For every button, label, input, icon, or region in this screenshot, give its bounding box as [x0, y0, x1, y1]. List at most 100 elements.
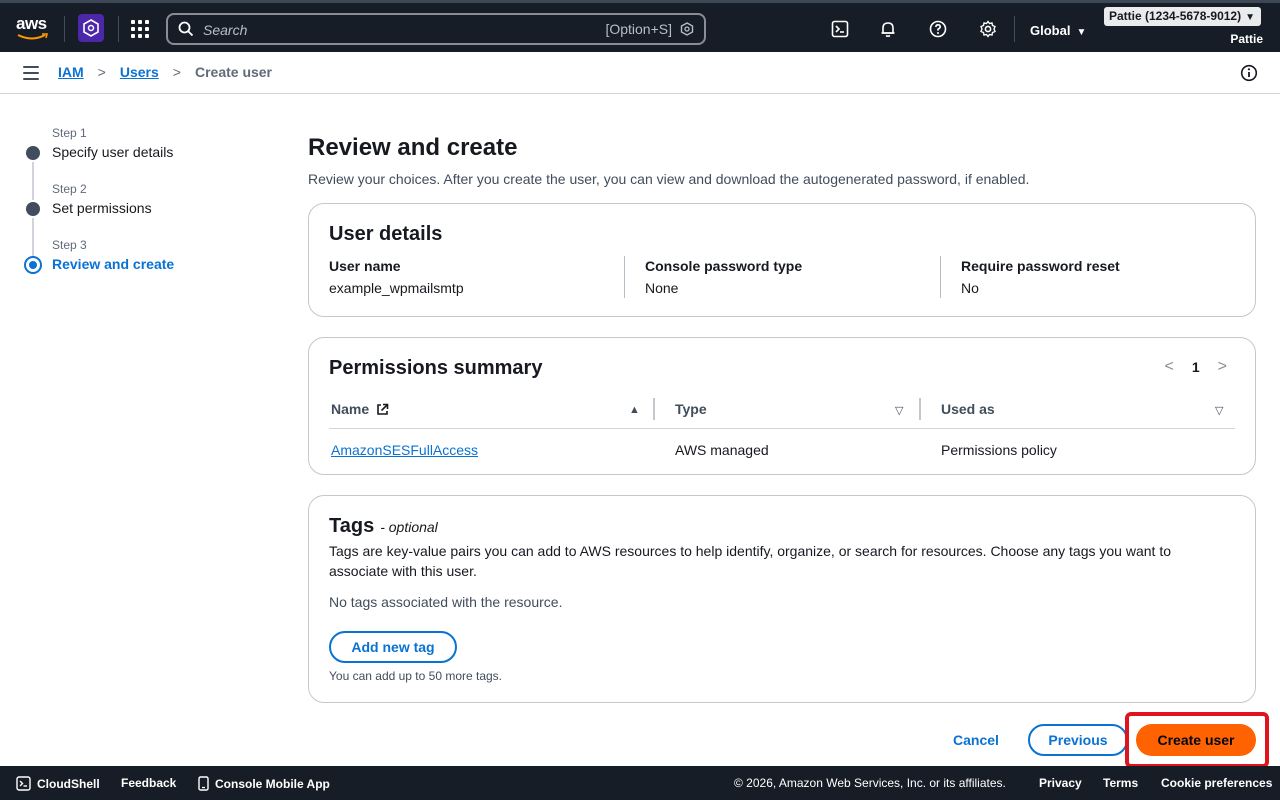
field-value: None — [645, 280, 679, 296]
console-footer: CloudShell Feedback Console Mobile App ©… — [0, 766, 1280, 800]
column-divider — [940, 256, 941, 298]
table-cell-type: AWS managed — [675, 442, 769, 458]
aws-logo-text: aws — [16, 14, 47, 33]
permissions-summary-card: Permissions summary < 1 > Name ▲ Type ▽ … — [308, 337, 1256, 475]
caret-down-icon: ▼ — [1245, 12, 1255, 23]
require-password-reset-field: Require password reset No — [961, 258, 1261, 296]
services-menu-icon[interactable] — [130, 19, 150, 39]
page-number[interactable]: 1 — [1192, 359, 1200, 375]
pagination: < 1 > — [1165, 358, 1227, 376]
cloudshell-label: CloudShell — [37, 776, 100, 791]
column-header-label: Name — [331, 401, 370, 417]
breadcrumb-users[interactable]: Users — [120, 64, 159, 80]
column-resizer[interactable] — [919, 398, 921, 420]
step-dot-icon — [26, 202, 40, 216]
nav-divider — [64, 16, 65, 42]
field-label: Console password type — [645, 258, 803, 274]
main-content: Review and create Review your choices. A… — [308, 134, 1256, 187]
chevron-left-icon[interactable]: < — [1165, 358, 1174, 376]
field-label: Require password reset — [961, 258, 1120, 274]
column-header-type[interactable]: Type — [675, 401, 707, 417]
cloudshell-link[interactable]: CloudShell — [16, 776, 100, 791]
tags-limit-hint: You can add up to 50 more tags. — [329, 669, 503, 683]
step-number: Step 3 — [52, 238, 87, 252]
field-label: User name — [329, 258, 401, 274]
column-header-label: Used as — [941, 401, 995, 417]
optional-label: - optional — [380, 519, 438, 535]
search-input[interactable]: Search [Option+S] — [166, 13, 706, 45]
column-divider — [624, 256, 625, 298]
nav-divider — [1014, 16, 1015, 42]
nav-divider — [118, 16, 119, 42]
info-icon[interactable] — [1240, 64, 1258, 82]
highlight-annotation — [1125, 712, 1269, 768]
chevron-right-icon[interactable]: > — [1218, 358, 1227, 376]
chevron-right-icon: > — [172, 64, 181, 80]
menu-icon[interactable] — [23, 66, 39, 80]
page-title: Review and create — [308, 134, 518, 161]
step-1[interactable]: Step 1 Specify user details — [24, 126, 264, 200]
iam-service-icon[interactable] — [78, 14, 104, 42]
breadcrumb-bar: IAM > Users > Create user — [0, 52, 1280, 94]
cloudshell-icon — [16, 776, 31, 791]
help-icon[interactable] — [928, 19, 948, 39]
user-name[interactable]: Pattie — [1230, 32, 1263, 46]
table-cell-name: AmazonSESFullAccess — [331, 442, 478, 458]
settings-icon[interactable] — [978, 19, 998, 39]
table-cell-used-as: Permissions policy — [941, 442, 1057, 458]
sort-ascending-icon[interactable]: ▲ — [629, 404, 640, 416]
sort-icon[interactable]: ▽ — [1215, 404, 1223, 417]
previous-button[interactable]: Previous — [1028, 724, 1128, 756]
feedback-link[interactable]: Feedback — [121, 776, 176, 790]
add-new-tag-button[interactable]: Add new tag — [329, 631, 457, 663]
cancel-button[interactable]: Cancel — [944, 724, 1008, 756]
column-header-name[interactable]: Name — [331, 401, 389, 417]
notifications-icon[interactable] — [878, 19, 898, 39]
step-number: Step 2 — [52, 182, 87, 196]
breadcrumb-iam[interactable]: IAM — [58, 64, 84, 80]
permissions-summary-title: Permissions summary — [329, 357, 543, 379]
tags-card: Tags - optional Tags are key-value pairs… — [308, 495, 1256, 703]
mobile-app-label: Console Mobile App — [215, 776, 330, 791]
q-icon — [680, 22, 694, 36]
column-header-label: Type — [675, 401, 707, 417]
terms-link[interactable]: Terms — [1103, 776, 1138, 790]
copyright: © 2026, Amazon Web Services, Inc. or its… — [734, 776, 1006, 790]
column-resizer[interactable] — [653, 398, 655, 420]
step-title: Specify user details — [52, 144, 174, 160]
field-value: example_wpmailsmtp — [329, 280, 464, 296]
tags-title: Tags — [329, 515, 375, 537]
cloudshell-icon[interactable] — [830, 19, 850, 39]
top-navigation: aws Search [Option+S] Global ▼ Pattie (1… — [0, 0, 1280, 52]
step-dot-icon — [26, 146, 40, 160]
account-menu[interactable]: Pattie (1234-5678-9012) ▼ — [1104, 7, 1261, 26]
breadcrumb: IAM > Users > Create user — [58, 64, 272, 80]
tags-header: Tags - optional — [329, 515, 438, 538]
step-title: Set permissions — [52, 200, 152, 216]
aws-smile-icon — [17, 33, 49, 40]
step-number: Step 1 — [52, 126, 87, 140]
policy-link[interactable]: AmazonSESFullAccess — [331, 442, 478, 458]
console-password-type-field: Console password type None — [645, 258, 945, 296]
external-link-icon — [377, 403, 389, 415]
cookie-preferences-link[interactable]: Cookie preferences — [1161, 776, 1272, 790]
privacy-link[interactable]: Privacy — [1039, 776, 1082, 790]
sort-icon[interactable]: ▽ — [895, 404, 903, 417]
search-icon — [178, 21, 194, 37]
user-details-card: User details User name example_wpmailsmt… — [308, 203, 1256, 317]
region-selector[interactable]: Global ▼ — [1030, 23, 1086, 38]
page-description: Review your choices. After you create th… — [308, 171, 1030, 187]
wizard-steps: Step 1 Specify user details Step 2 Set p… — [24, 126, 264, 294]
step-3: Step 3 Review and create — [24, 238, 264, 294]
tags-description: Tags are key-value pairs you can add to … — [329, 543, 1171, 579]
user-details-title: User details — [329, 223, 443, 245]
column-header-used-as[interactable]: Used as — [941, 401, 995, 417]
breadcrumb-current: Create user — [194, 64, 273, 80]
step-title: Review and create — [52, 256, 175, 272]
step-2[interactable]: Step 2 Set permissions — [24, 182, 264, 256]
aws-logo[interactable]: aws — [16, 15, 50, 41]
search-shortcut: [Option+S] — [605, 21, 672, 37]
field-value: No — [961, 280, 979, 296]
console-mobile-app-link[interactable]: Console Mobile App — [198, 776, 330, 791]
caret-down-icon: ▼ — [1076, 27, 1087, 38]
